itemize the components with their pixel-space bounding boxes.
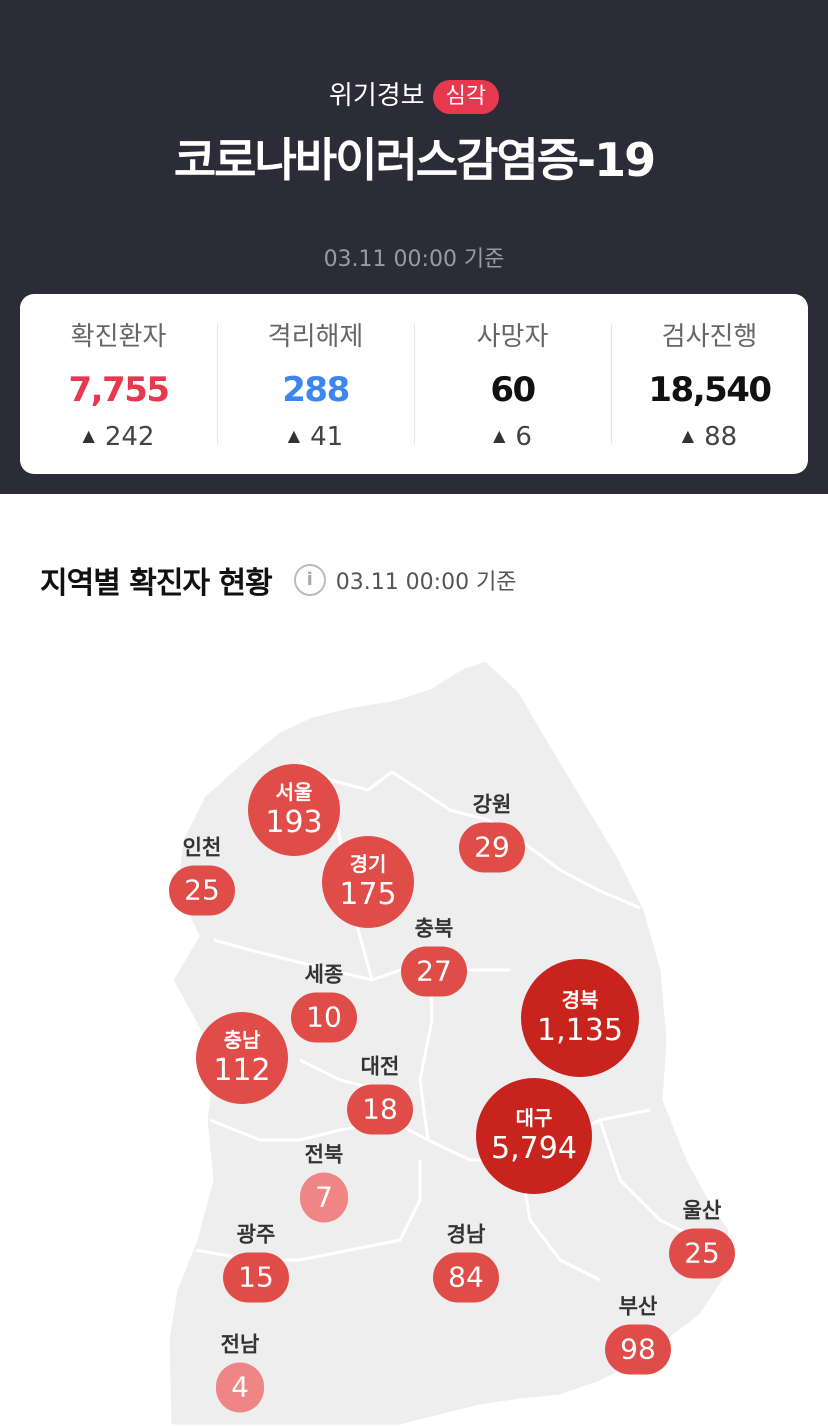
stat-delta-value: 41 xyxy=(310,422,344,452)
region-name: 세종 xyxy=(304,962,344,987)
triangle-up-icon: ▲ xyxy=(493,426,506,445)
region-name: 전남 xyxy=(220,1332,260,1357)
region-count: 15 xyxy=(223,1252,289,1303)
region-name: 광주 xyxy=(236,1222,276,1247)
region-jeonnam[interactable]: 전남 4 xyxy=(216,1332,264,1413)
region-name: 경남 xyxy=(446,1222,486,1247)
region-count: 193 xyxy=(265,805,323,840)
alert-label: 위기경보 xyxy=(328,81,425,111)
region-name: 경북 xyxy=(561,988,599,1012)
stat-delta-value: 6 xyxy=(515,422,532,452)
region-ulsan[interactable]: 울산 25 xyxy=(669,1198,735,1279)
region-busan[interactable]: 부산 98 xyxy=(605,1294,671,1375)
region-count: 5,794 xyxy=(491,1131,577,1166)
region-name: 충북 xyxy=(414,916,454,941)
region-incheon[interactable]: 인천 25 xyxy=(169,835,235,916)
region-marker: 대구 5,794 xyxy=(476,1078,592,1194)
stat-label: 사망자 xyxy=(476,322,549,352)
stat-delta: ▲ 88 xyxy=(611,420,808,453)
region-count: 10 xyxy=(291,992,357,1043)
stat-deaths[interactable]: 사망자 60 ▲ 6 xyxy=(414,294,611,474)
stats-card: 확진환자 7,755 ▲ 242 격리해제 288 ▲ 41 사망자 60 ▲ 6 검… xyxy=(20,294,808,474)
page-title: 코로나바이러스감염증-19 xyxy=(173,133,656,187)
triangle-up-icon: ▲ xyxy=(287,426,301,445)
korea-map-shape xyxy=(166,658,732,1426)
region-count: 18 xyxy=(347,1084,413,1135)
triangle-up-icon: ▲ xyxy=(82,426,95,445)
info-icon[interactable]: i xyxy=(293,564,326,596)
alert-row: 위기경보 심각 xyxy=(0,78,828,114)
alert-level-badge: 심각 xyxy=(432,79,500,114)
stat-delta-value: 242 xyxy=(104,422,155,452)
stat-label: 격리해제 xyxy=(267,322,364,352)
stat-value: 288 xyxy=(282,370,350,410)
stat-label: 확진환자 xyxy=(70,322,167,352)
stat-value: 18,540 xyxy=(648,370,772,410)
region-chungnam[interactable]: 충남 112 xyxy=(196,1012,288,1104)
section-basis-time: 03.11 00:00 기준 xyxy=(335,570,517,595)
region-daegu[interactable]: 대구 5,794 xyxy=(476,1078,592,1194)
stat-delta: ▲ 242 xyxy=(20,420,217,453)
region-count: 25 xyxy=(669,1228,735,1279)
stat-delta: ▲ 6 xyxy=(414,420,611,453)
stat-testing[interactable]: 검사진행 18,540 ▲ 88 xyxy=(611,294,808,474)
triangle-up-icon: ▲ xyxy=(681,426,695,445)
region-marker: 충남 112 xyxy=(196,1012,288,1104)
region-name: 충남 xyxy=(223,1028,261,1052)
stat-delta-value: 88 xyxy=(704,422,738,452)
region-sejong[interactable]: 세종 10 xyxy=(291,962,357,1043)
stat-delta: ▲ 41 xyxy=(217,420,414,453)
region-daejeon[interactable]: 대전 18 xyxy=(347,1054,413,1135)
region-count: 7 xyxy=(300,1172,348,1223)
stat-label: 검사진행 xyxy=(661,322,758,352)
region-chungbuk[interactable]: 충북 27 xyxy=(401,916,467,997)
basis-time: 03.11 00:00 기준 xyxy=(323,247,505,272)
header: 위기경보 심각 코로나바이러스감염증-19 03.11 00:00 기준 확진환자… xyxy=(0,0,828,494)
stat-released[interactable]: 격리해제 288 ▲ 41 xyxy=(217,294,414,474)
region-name: 대구 xyxy=(515,1106,553,1130)
section-title: 지역별 확진자 현황 xyxy=(40,566,273,601)
region-gyeongnam[interactable]: 경남 84 xyxy=(433,1222,499,1303)
region-count: 98 xyxy=(605,1324,671,1375)
stat-value: 7,755 xyxy=(68,370,170,410)
region-marker: 경북 1,135 xyxy=(521,959,639,1077)
region-name: 경기 xyxy=(349,852,387,876)
region-map: 서울 193 경기 175 인천 25 강원 29 충북 27 세종 10 충남… xyxy=(0,640,828,1426)
region-count: 27 xyxy=(401,946,467,997)
region-name: 대전 xyxy=(360,1054,400,1079)
region-gangwon[interactable]: 강원 29 xyxy=(459,792,525,873)
region-count: 4 xyxy=(216,1362,264,1413)
stat-value: 60 xyxy=(490,370,536,410)
region-count: 29 xyxy=(459,822,525,873)
section-header: 지역별 확진자 현황 i 03.11 00:00 기준 xyxy=(40,558,517,602)
region-name: 울산 xyxy=(682,1198,722,1223)
region-count: 175 xyxy=(339,877,397,912)
region-jeonbuk[interactable]: 전북 7 xyxy=(300,1142,348,1223)
region-count: 25 xyxy=(169,865,235,916)
stat-confirmed[interactable]: 확진환자 7,755 ▲ 242 xyxy=(20,294,217,474)
region-name: 전북 xyxy=(304,1142,344,1167)
region-gwangju[interactable]: 광주 15 xyxy=(223,1222,289,1303)
region-name: 강원 xyxy=(472,792,512,817)
region-name: 서울 xyxy=(275,780,313,804)
region-count: 84 xyxy=(433,1252,499,1303)
region-marker: 경기 175 xyxy=(322,836,414,928)
region-name: 부산 xyxy=(618,1294,658,1319)
region-gyeonggi[interactable]: 경기 175 xyxy=(322,836,414,928)
region-gyeongbuk[interactable]: 경북 1,135 xyxy=(521,959,639,1077)
region-count: 112 xyxy=(213,1053,271,1088)
region-name: 인천 xyxy=(182,835,222,860)
region-count: 1,135 xyxy=(537,1013,623,1048)
